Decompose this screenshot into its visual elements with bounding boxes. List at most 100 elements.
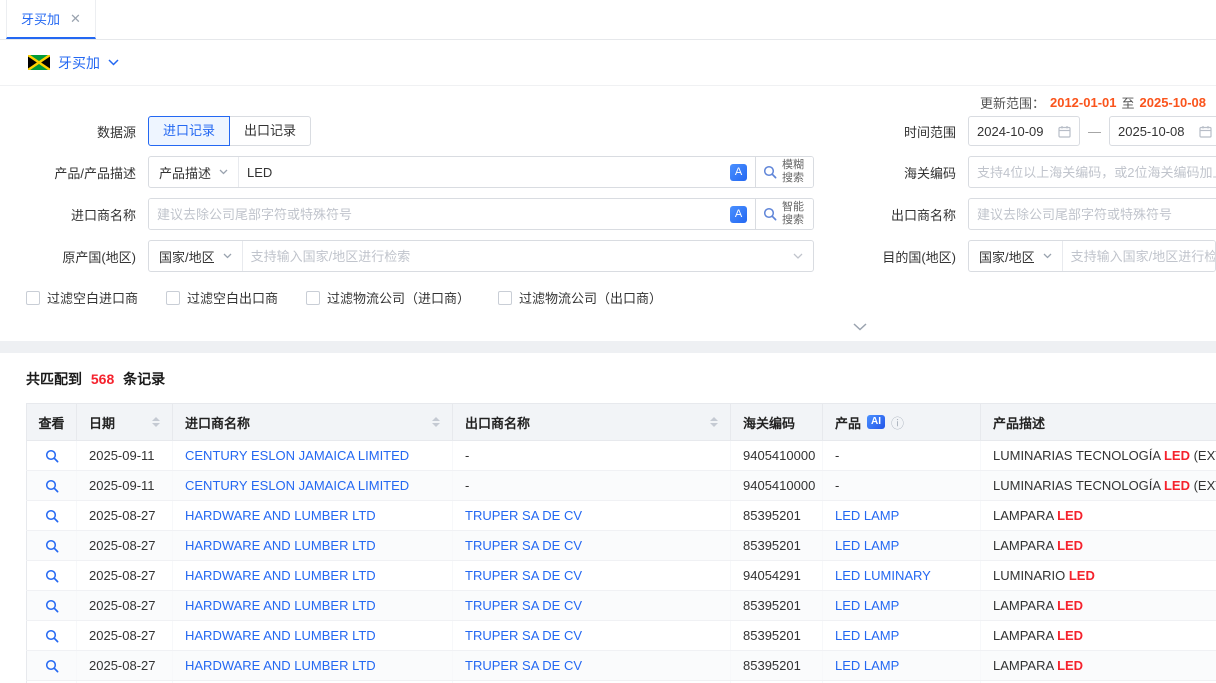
filter-checkbox[interactable]: 过滤空白出口商 <box>166 288 278 307</box>
data-source-label: 数据源 <box>0 122 148 141</box>
chevron-down-icon <box>219 169 228 175</box>
row-hs-code: 9405410000 <box>731 471 823 501</box>
filter-checkbox[interactable]: 过滤物流公司（进口商） <box>306 288 470 307</box>
product-link[interactable]: LED LAMP <box>835 628 899 643</box>
tab-jamaica[interactable]: 牙买加 ✕ <box>6 0 96 39</box>
row-hs-code: 85395201 <box>731 501 823 531</box>
calendar-icon <box>1058 125 1071 138</box>
origin-country-select-value: 国家/地区 <box>159 247 215 266</box>
row-view-button[interactable] <box>45 569 59 583</box>
product-input[interactable] <box>239 157 722 187</box>
tab-label: 牙买加 <box>21 9 60 28</box>
importer-input[interactable] <box>149 199 722 229</box>
ai-badge: AI <box>867 415 885 429</box>
row-view-button[interactable] <box>45 659 59 673</box>
chevron-down-icon <box>793 253 803 259</box>
checkbox[interactable] <box>26 291 40 305</box>
chevron-down-icon <box>853 323 867 331</box>
importer-link[interactable]: HARDWARE AND LUMBER LTD <box>185 568 376 583</box>
header-row: 查看日期进口商名称出口商名称海关编码产品AIⓘ产品描述 <box>27 404 1216 441</box>
country-selector[interactable]: 牙买加 <box>0 40 1216 86</box>
destination-country-select[interactable]: 国家/地区 <box>969 241 1063 271</box>
close-icon[interactable]: ✕ <box>70 12 81 25</box>
column-header[interactable]: 日期 <box>77 404 173 441</box>
translate-icon[interactable]: A <box>730 164 747 181</box>
checkbox-label: 过滤物流公司（进口商） <box>327 288 470 307</box>
product-label: 产品/产品描述 <box>0 163 148 182</box>
importer-link[interactable]: HARDWARE AND LUMBER LTD <box>185 508 376 523</box>
filter-checkbox[interactable]: 过滤物流公司（出口商） <box>498 288 662 307</box>
row-description: LAMPARA LED <box>981 591 1216 621</box>
filter-checkbox[interactable]: 过滤空白进口商 <box>26 288 138 307</box>
row-description: LUMINARIAS TECNOLOGÍA LED (EXT <box>981 471 1216 501</box>
info-icon[interactable]: ⓘ <box>891 413 904 432</box>
product-link[interactable]: LED LAMP <box>835 598 899 613</box>
checkbox[interactable] <box>498 291 512 305</box>
row-view-button[interactable] <box>45 449 59 463</box>
smart-search-button[interactable]: 智能搜索 <box>755 199 813 229</box>
column-header: 查看 <box>27 404 77 441</box>
importer-link[interactable]: HARDWARE AND LUMBER LTD <box>185 598 376 613</box>
origin-country-select[interactable]: 国家/地区 <box>149 241 243 271</box>
row-view-button[interactable] <box>45 629 59 643</box>
importer-link[interactable]: CENTURY ESLON JAMAICA LIMITED <box>185 448 409 463</box>
row-hs-code: 85395201 <box>731 621 823 651</box>
exporter-input[interactable] <box>968 198 1216 230</box>
importer-link[interactable]: HARDWARE AND LUMBER LTD <box>185 538 376 553</box>
row-description: LUMINARIO LED <box>981 561 1216 591</box>
row-view-button[interactable] <box>45 509 59 523</box>
row-hs-code: 94054291 <box>731 561 823 591</box>
collapse-filters-button[interactable] <box>836 319 884 341</box>
result-count: 共匹配到 568 条记录 <box>0 369 1216 389</box>
row-view-button[interactable] <box>45 539 59 553</box>
row-description: LAMPARA LED <box>981 501 1216 531</box>
product-link[interactable]: LED LUMINARY <box>835 568 931 583</box>
origin-country-input[interactable] <box>243 241 783 271</box>
results-table: 查看日期进口商名称出口商名称海关编码产品AIⓘ产品描述 2025-09-11CE… <box>26 403 1216 683</box>
column-header: 产品描述 <box>981 404 1216 441</box>
checkbox-label: 过滤物流公司（出口商） <box>519 288 662 307</box>
column-header[interactable]: 进口商名称 <box>173 404 453 441</box>
sort-icon[interactable] <box>710 417 718 427</box>
exporter-empty: - <box>453 471 731 501</box>
product-link[interactable]: LED LAMP <box>835 508 899 523</box>
column-header[interactable]: 出口商名称 <box>453 404 731 441</box>
exporter-link[interactable]: TRUPER SA DE CV <box>465 538 582 553</box>
exporter-link[interactable]: TRUPER SA DE CV <box>465 598 582 613</box>
product-type-select[interactable]: 产品描述 <box>149 157 239 187</box>
chevron-down-icon <box>108 59 119 66</box>
importer-link[interactable]: CENTURY ESLON JAMAICA LIMITED <box>185 478 409 493</box>
date-from-input[interactable]: 2024-10-09 <box>968 116 1080 146</box>
data-source-option[interactable]: 出口记录 <box>229 116 311 146</box>
translate-icon[interactable]: A <box>730 206 747 223</box>
exporter-link[interactable]: TRUPER SA DE CV <box>465 568 582 583</box>
sort-icon[interactable] <box>152 417 160 427</box>
product-empty: - <box>823 471 981 501</box>
product-link[interactable]: LED LAMP <box>835 658 899 673</box>
checkbox[interactable] <box>306 291 320 305</box>
row-description: LAMPARA LED <box>981 651 1216 681</box>
fuzzy-search-button[interactable]: 模糊搜索 <box>755 157 813 187</box>
exporter-link[interactable]: TRUPER SA DE CV <box>465 508 582 523</box>
product-link[interactable]: LED LAMP <box>835 538 899 553</box>
exporter-empty: - <box>453 441 731 471</box>
destination-country-input[interactable] <box>1063 241 1216 271</box>
checkbox-label: 过滤空白进口商 <box>47 288 138 307</box>
row-view-button[interactable] <box>45 599 59 613</box>
count-suffix: 条记录 <box>123 371 165 387</box>
date-to-input[interactable]: 2025-10-08 <box>1109 116 1216 146</box>
hs-code-input[interactable] <box>968 156 1216 188</box>
column-header: 海关编码 <box>731 404 823 441</box>
time-range-label: 时间范围 <box>828 122 968 141</box>
sort-icon[interactable] <box>432 417 440 427</box>
column-header-label: 日期 <box>89 413 115 432</box>
data-source-option[interactable]: 进口记录 <box>148 116 230 146</box>
importer-link[interactable]: HARDWARE AND LUMBER LTD <box>185 658 376 673</box>
data-source-segmented: 进口记录出口记录 <box>148 116 311 146</box>
exporter-link[interactable]: TRUPER SA DE CV <box>465 658 582 673</box>
exporter-link[interactable]: TRUPER SA DE CV <box>465 628 582 643</box>
checkbox[interactable] <box>166 291 180 305</box>
importer-link[interactable]: HARDWARE AND LUMBER LTD <box>185 628 376 643</box>
row-view-button[interactable] <box>45 479 59 493</box>
table-row: 2025-08-27HARDWARE AND LUMBER LTDTRUPER … <box>27 621 1216 651</box>
